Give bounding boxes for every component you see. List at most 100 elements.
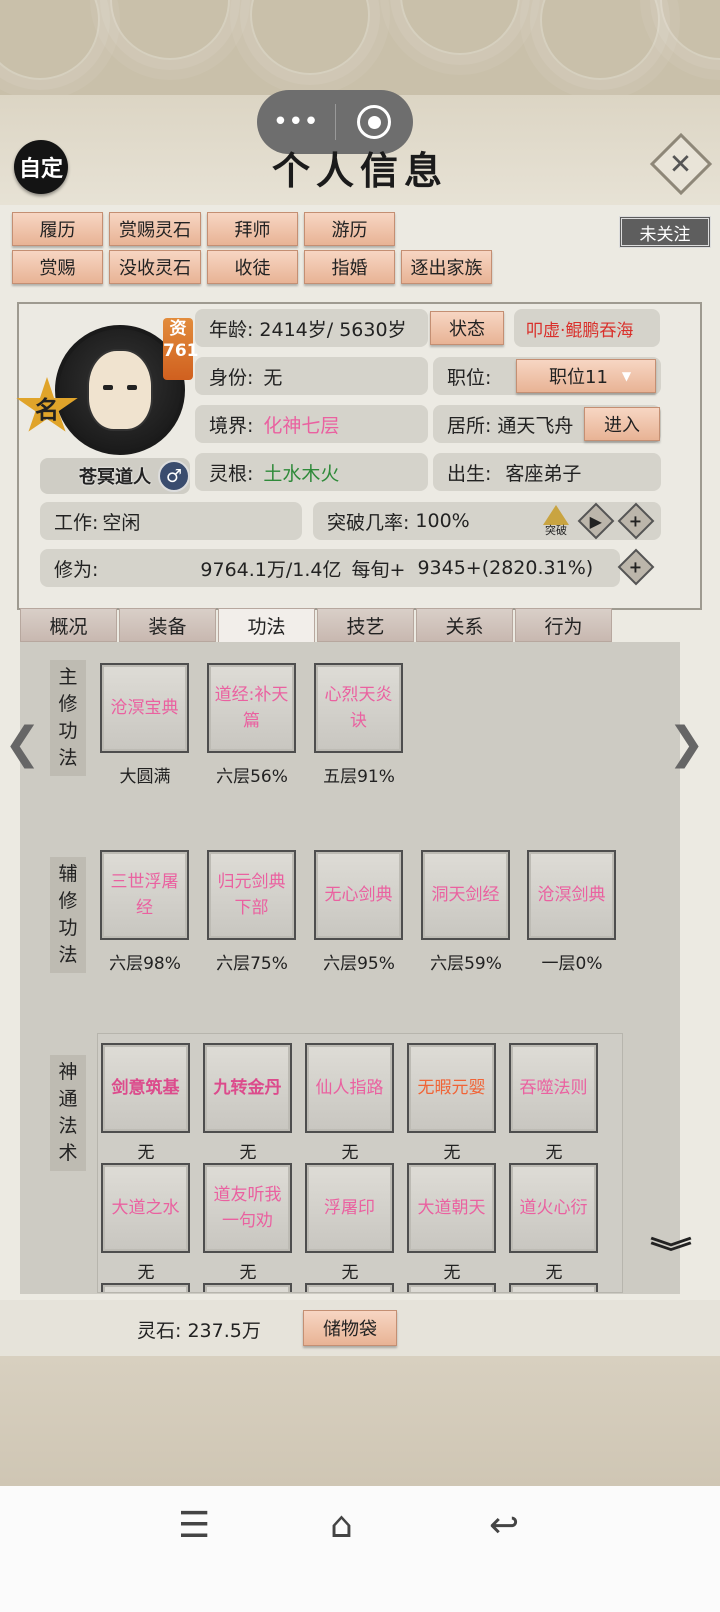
position-dropdown[interactable]: 职位11 ▼ [516, 359, 656, 393]
technique-card[interactable]: 沧溟剑典 [527, 850, 616, 940]
spell-card[interactable]: 道友听我一句劝 [203, 1163, 292, 1253]
spell-scroll-list[interactable]: 剑意筑基 无 九转金丹 无 仙人指路 无 无暇元婴 无 吞噬法则 无 大道之水 … [97, 1033, 623, 1293]
identity-value: 无 [263, 366, 283, 389]
spell-level: 无 [239, 1143, 257, 1163]
spell-card[interactable]: 大道朝天 [407, 1163, 496, 1253]
breakthrough-button[interactable]: 突破 [540, 503, 572, 537]
mountain-icon [543, 505, 569, 525]
arrange-marriage-button[interactable]: 指婚 [304, 250, 395, 284]
cultivation-value: 9764.1万/1.4亿 [200, 558, 342, 581]
work-label: 工作: [54, 511, 99, 534]
spell-card[interactable]: 剑意筑基 [101, 1043, 190, 1133]
top-background [0, 0, 720, 100]
breakthrough-label: 突破几率: [327, 511, 410, 534]
enter-button[interactable]: 进入 [584, 407, 660, 441]
spell-card[interactable] [407, 1283, 496, 1292]
technique-level: 大圆满 [119, 767, 171, 787]
reward-stone-button[interactable]: 赏赐灵石 [109, 212, 201, 246]
position-label: 职位: [447, 366, 492, 389]
breakthrough-value: 100% [415, 510, 470, 532]
spell-level: 无 [137, 1263, 155, 1283]
spell-card[interactable]: 吞噬法则 [509, 1043, 598, 1133]
travel-button[interactable]: 游历 [304, 212, 395, 246]
spell-card[interactable]: 大道之水 [101, 1163, 190, 1253]
spirit-stone-count: 灵石: 237.5万 [137, 1320, 261, 1342]
plus-icon: + [629, 511, 643, 531]
spell-card[interactable]: 道火心衍 [509, 1163, 598, 1253]
realm-value: 化神七层 [263, 414, 340, 437]
back-icon[interactable]: ↩ [489, 1505, 519, 1546]
menu-icon[interactable]: ☰ [178, 1505, 210, 1546]
per-turn-value: 9345+(2820.31%) [417, 557, 594, 579]
expel-button[interactable]: 逐出家族 [401, 250, 492, 284]
tab-overview[interactable]: 概况 [20, 608, 117, 642]
technique-card[interactable]: 归元剑典下部 [207, 850, 296, 940]
technique-card[interactable]: 洞天剑经 [421, 850, 510, 940]
aptitude-label: 资 [169, 319, 187, 339]
residence-label: 居所: [447, 414, 492, 437]
apprentice-to-button[interactable]: 拜师 [207, 212, 298, 246]
spell-level: 无 [239, 1263, 257, 1283]
technique-level: 六层95% [323, 954, 395, 974]
dropdown-triangle-icon: ▼ [621, 369, 632, 383]
storage-bag-button[interactable]: 储物袋 [303, 1310, 397, 1346]
work-value: 空闲 [102, 511, 141, 534]
take-disciple-button[interactable]: 收徒 [207, 250, 298, 284]
technique-card[interactable]: 道经:补天篇 [207, 663, 296, 753]
resume-button[interactable]: 履历 [12, 212, 103, 246]
tab-equipment[interactable]: 装备 [119, 608, 216, 642]
age-field: 年龄: 2414岁/ 5630岁 [195, 309, 428, 347]
prev-arrow-icon[interactable]: ❮ [4, 718, 41, 769]
home-icon[interactable]: ⌂ [330, 1505, 353, 1546]
technique-level: 一层0% [541, 954, 603, 974]
spell-card[interactable]: 九转金丹 [203, 1043, 292, 1133]
realm-label: 境界: [209, 414, 254, 437]
technique-level: 六层59% [430, 954, 502, 974]
spell-level: 无 [545, 1263, 563, 1283]
technique-level: 六层75% [216, 954, 288, 974]
confiscate-stone-button[interactable]: 没收灵石 [109, 250, 201, 284]
scroll-down-icon[interactable]: ︾ [650, 1239, 692, 1269]
tab-behavior[interactable]: 行为 [515, 608, 612, 642]
spell-card[interactable] [101, 1283, 190, 1292]
page-title: 个人信息 [271, 148, 448, 193]
per-turn-label: 每旬+ [351, 558, 406, 581]
play-icon: ▶ [589, 511, 603, 531]
spell-label: 神通法术 [50, 1055, 86, 1171]
spell-card[interactable] [509, 1283, 598, 1292]
spell-card[interactable]: 浮屠印 [305, 1163, 394, 1253]
spell-level: 无 [137, 1143, 155, 1163]
aptitude-value: 761 [163, 341, 199, 361]
cultivation-label: 修为: [54, 558, 99, 581]
origin-label: 出生: [447, 462, 492, 485]
breakthrough-btn-label: 突破 [545, 524, 567, 537]
spell-level: 无 [545, 1143, 563, 1163]
spell-level: 无 [443, 1263, 461, 1283]
technique-card[interactable]: 三世浮屠经 [100, 850, 189, 940]
plus-icon: + [629, 557, 643, 577]
spirit-root-value: 土水木火 [263, 462, 340, 485]
system-nav-bar [0, 1486, 720, 1612]
follow-button[interactable]: 未关注 [619, 216, 711, 248]
tab-relations[interactable]: 关系 [416, 608, 513, 642]
status-button[interactable]: 状态 [430, 311, 504, 345]
spell-level: 无 [341, 1143, 359, 1163]
target-icon [357, 105, 392, 139]
tab-techniques[interactable]: 功法 [218, 608, 315, 642]
spell-card[interactable] [305, 1283, 394, 1292]
spell-card[interactable]: 仙人指路 [305, 1043, 394, 1133]
next-arrow-icon[interactable]: ❯ [668, 718, 705, 769]
bottom-background [0, 1356, 720, 1486]
technique-level: 六层56% [216, 767, 288, 787]
technique-card[interactable]: 心烈天炎诀 [314, 663, 403, 753]
tab-skills[interactable]: 技艺 [317, 608, 414, 642]
technique-card[interactable]: 无心剑典 [314, 850, 403, 940]
spirit-root-label: 灵根: [209, 462, 254, 485]
reward-button[interactable]: 赏赐 [12, 250, 103, 284]
spell-card[interactable] [203, 1283, 292, 1292]
age-label: 年龄: [209, 318, 254, 341]
work-field: 工作: 空闲 [40, 502, 302, 540]
technique-level: 六层98% [109, 954, 181, 974]
spell-card[interactable]: 无暇元婴 [407, 1043, 496, 1133]
technique-card[interactable]: 沧溟宝典 [100, 663, 189, 753]
